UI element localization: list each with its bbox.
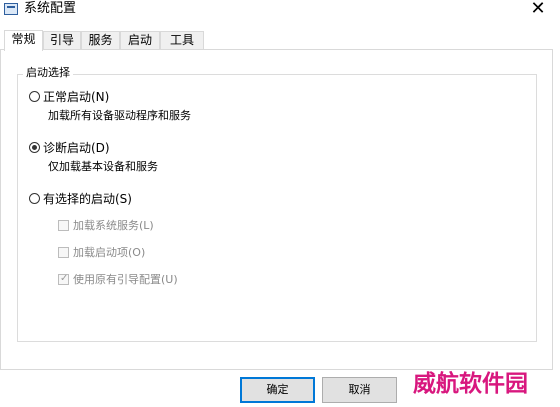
tab-general[interactable]: 常规 [4,30,43,51]
title-bar: 系统配置 ✕ [0,0,560,28]
window-title: 系统配置 [24,1,77,16]
radio-diagnostic-startup-label: 诊断启动(D) [43,141,110,155]
radio-diagnostic-startup[interactable]: 诊断启动(D) [29,140,149,156]
radio-selective-startup[interactable]: 有选择的启动(S) [29,191,159,207]
checkbox-load-startup-items-box[interactable] [58,247,69,258]
close-icon[interactable]: ✕ [521,0,555,18]
cancel-button[interactable]: 取消 [322,377,397,403]
checkbox-use-original-boot-config-box[interactable]: ✓ [58,273,69,285]
radio-normal-startup-label: 正常启动(N) [43,90,110,104]
checkmark-icon: ✓ [60,273,69,284]
tab-strip: 常规 引导 服务 启动 工具 [0,30,560,51]
watermark-text: 威航软件园 [413,371,528,397]
tab-startup[interactable]: 启动 [120,31,160,49]
checkbox-load-system-services-label: 加载系统服务(L) [73,219,154,232]
radio-selective-startup-indicator[interactable] [29,193,40,204]
system-config-app-icon [4,3,18,15]
radio-normal-startup[interactable]: 正常启动(N) [29,89,149,105]
checkbox-load-startup-items-label: 加载启动项(O) [73,246,146,259]
startup-selection-legend: 启动选择 [23,65,73,81]
diagnostic-startup-description: 仅加载基本设备和服务 [48,160,158,173]
normal-startup-description: 加载所有设备驱动程序和服务 [48,109,191,122]
radio-selective-startup-label: 有选择的启动(S) [43,192,132,206]
checkbox-load-startup-items[interactable]: 加载启动项(O) [58,245,178,261]
checkbox-use-original-boot-config-label: 使用原有引导配置(U) [73,273,178,286]
tab-tools[interactable]: 工具 [160,31,204,49]
tab-services[interactable]: 服务 [81,31,120,49]
radio-diagnostic-startup-indicator[interactable] [29,142,40,153]
tab-boot[interactable]: 引导 [43,31,81,49]
checkbox-use-original-boot-config[interactable]: ✓ 使用原有引导配置(U) [58,272,198,288]
radio-normal-startup-indicator[interactable] [29,91,40,102]
ok-button[interactable]: 确定 [240,377,315,403]
checkbox-load-system-services[interactable]: 加载系统服务(L) [58,218,178,234]
general-tab-panel: 启动选择 正常启动(N) 加载所有设备驱动程序和服务 诊断启动(D) 仅加载基本… [0,49,553,370]
checkbox-load-system-services-box[interactable] [58,220,69,231]
